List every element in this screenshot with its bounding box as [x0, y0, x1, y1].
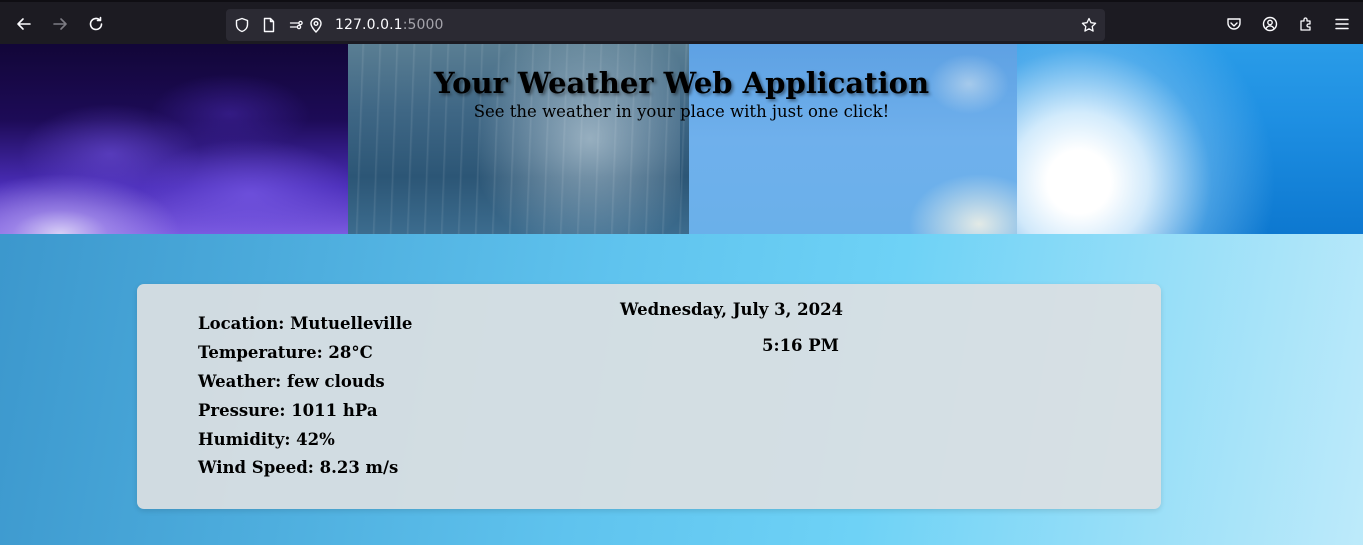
shield-icon[interactable]: [234, 17, 250, 33]
browser-toolbar: 127.0.0.1:5000: [0, 0, 1363, 44]
humidity-text: Humidity: 42%: [198, 430, 335, 449]
weather-card: Location: Mutuelleville Temperature: 28°…: [137, 284, 1161, 509]
url-text[interactable]: 127.0.0.1:5000: [335, 17, 444, 33]
location-text: Location: Mutuelleville: [198, 314, 413, 333]
wind-speed-text: Wind Speed: 8.23 m/s: [198, 458, 399, 477]
date-text: Wednesday, July 3, 2024: [620, 300, 844, 319]
condition-text: Weather: few clouds: [198, 372, 385, 391]
account-icon[interactable]: [1257, 11, 1283, 37]
page-icon[interactable]: [261, 17, 277, 33]
page-title: Your Weather Web Application: [433, 66, 930, 100]
pocket-icon[interactable]: [1221, 11, 1247, 37]
reload-icon[interactable]: [83, 11, 109, 37]
url-port: :5000: [402, 17, 444, 33]
pressure-text: Pressure: 1011 hPa: [198, 401, 378, 420]
url-bar[interactable]: 127.0.0.1:5000: [226, 9, 1105, 41]
url-host: 127.0.0.1: [335, 17, 403, 33]
time-text: 5:16 PM: [762, 336, 839, 355]
menu-icon[interactable]: [1329, 11, 1355, 37]
page-content: Your Weather Web Application See the wea…: [0, 44, 1363, 545]
permissions-icon[interactable]: [289, 17, 305, 33]
forward-arrow-icon[interactable]: [47, 11, 73, 37]
bookmark-star-icon[interactable]: [1081, 17, 1097, 33]
extensions-icon[interactable]: [1293, 11, 1319, 37]
location-pin-icon[interactable]: [308, 17, 324, 33]
header-banner: Your Weather Web Application See the wea…: [0, 44, 1363, 234]
back-arrow-icon[interactable]: [11, 11, 37, 37]
page-subtitle: See the weather in your place with just …: [473, 102, 890, 121]
temperature-text: Temperature: 28°C: [198, 343, 373, 362]
